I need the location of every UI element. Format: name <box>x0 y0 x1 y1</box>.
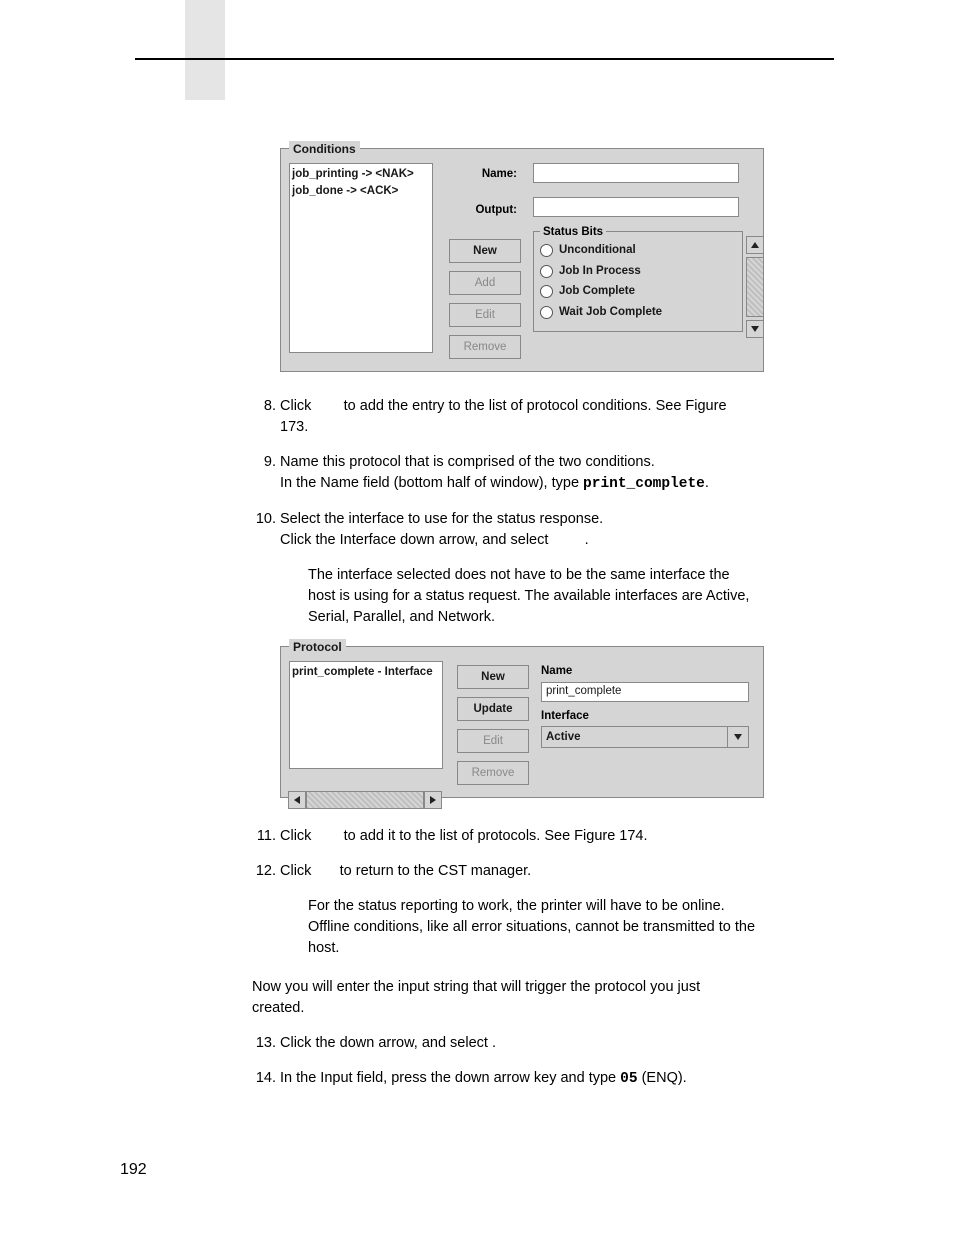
scroll-track[interactable] <box>306 791 424 809</box>
new-button[interactable]: New <box>457 665 529 689</box>
protocol-listbox[interactable]: print_complete - Interface <box>289 661 443 769</box>
scroll-down-button[interactable] <box>746 320 764 338</box>
protocol-panel: Protocol print_complete - Interface New … <box>280 646 764 798</box>
chevron-right-icon <box>430 796 436 804</box>
interface-select[interactable]: Active <box>541 726 749 748</box>
name-label: Name: <box>447 163 523 185</box>
scroll-track[interactable] <box>746 257 764 317</box>
list-item[interactable]: print_complete - Interface <box>292 664 440 681</box>
radio-icon <box>540 265 553 278</box>
step-10: 10. Select the interface to use for the … <box>252 509 756 551</box>
chevron-left-icon <box>294 796 300 804</box>
radio-job-complete[interactable]: Job Complete <box>540 283 736 300</box>
step-13: 13. Click the down arrow, and select . <box>252 1033 756 1054</box>
instructions-list-3: 13. Click the down arrow, and select . 1… <box>252 1033 756 1090</box>
step-8: 8. Click to add the entry to the list of… <box>252 396 756 438</box>
output-label: Output: <box>447 199 523 221</box>
status-bits-legend: Status Bits <box>540 224 606 241</box>
chevron-down-icon <box>751 326 759 332</box>
note-interface: The interface selected does not have to … <box>308 565 756 628</box>
note-online: For the status reporting to work, the pr… <box>308 896 756 959</box>
body-column: Conditions job_printing -> <NAK> job_don… <box>252 148 756 1104</box>
new-button[interactable]: New <box>449 239 521 263</box>
radio-icon <box>540 306 553 319</box>
page: Conditions job_printing -> <NAK> job_don… <box>0 0 954 1235</box>
interface-label: Interface <box>541 708 749 725</box>
conditions-legend: Conditions <box>289 141 360 158</box>
name-input[interactable]: print_complete <box>541 682 749 702</box>
scroll-left-button[interactable] <box>288 791 306 809</box>
radio-job-in-process[interactable]: Job In Process <box>540 263 736 280</box>
radio-icon <box>540 285 553 298</box>
scroll-right-button[interactable] <box>424 791 442 809</box>
remove-button: Remove <box>449 335 521 359</box>
step-9: 9. Name this protocol that is comprised … <box>252 452 756 495</box>
protocol-legend: Protocol <box>289 639 346 656</box>
paragraph-transition: Now you will enter the input string that… <box>252 977 756 1019</box>
output-input[interactable] <box>533 197 739 217</box>
name-label: Name <box>541 663 749 680</box>
scroll-up-button[interactable] <box>746 236 764 254</box>
dropdown-arrow[interactable] <box>727 727 748 747</box>
name-input[interactable] <box>533 163 739 183</box>
instructions-list-2: 11. Click to add it to the list of proto… <box>252 826 756 882</box>
instructions-list: 8. Click to add the entry to the list of… <box>252 396 756 551</box>
step-11: 11. Click to add it to the list of proto… <box>252 826 756 847</box>
side-tab <box>185 0 225 100</box>
protocol-h-scrollbar[interactable] <box>288 791 442 809</box>
conditions-panel: Conditions job_printing -> <NAK> job_don… <box>280 148 764 372</box>
chevron-down-icon <box>734 734 742 740</box>
edit-button: Edit <box>457 729 529 753</box>
radio-wait-job-complete[interactable]: Wait Job Complete <box>540 304 736 321</box>
radio-unconditional[interactable]: Unconditional <box>540 242 736 259</box>
add-button: Add <box>449 271 521 295</box>
remove-button: Remove <box>457 761 529 785</box>
list-item[interactable]: job_done -> <ACK> <box>292 183 430 200</box>
list-item[interactable]: job_printing -> <NAK> <box>292 166 430 183</box>
step-14: 14. In the Input field, press the down a… <box>252 1068 756 1090</box>
edit-button: Edit <box>449 303 521 327</box>
chevron-up-icon <box>751 242 759 248</box>
update-button[interactable]: Update <box>457 697 529 721</box>
radio-icon <box>540 244 553 257</box>
conditions-listbox[interactable]: job_printing -> <NAK> job_done -> <ACK> <box>289 163 433 353</box>
step-12: 12. Click to return to the CST manager. <box>252 861 756 882</box>
status-scrollbar[interactable] <box>746 236 764 336</box>
page-number: 192 <box>120 1161 147 1179</box>
status-bits-group: Status Bits Unconditional Job In Process… <box>533 231 743 332</box>
header-rule <box>135 58 834 60</box>
